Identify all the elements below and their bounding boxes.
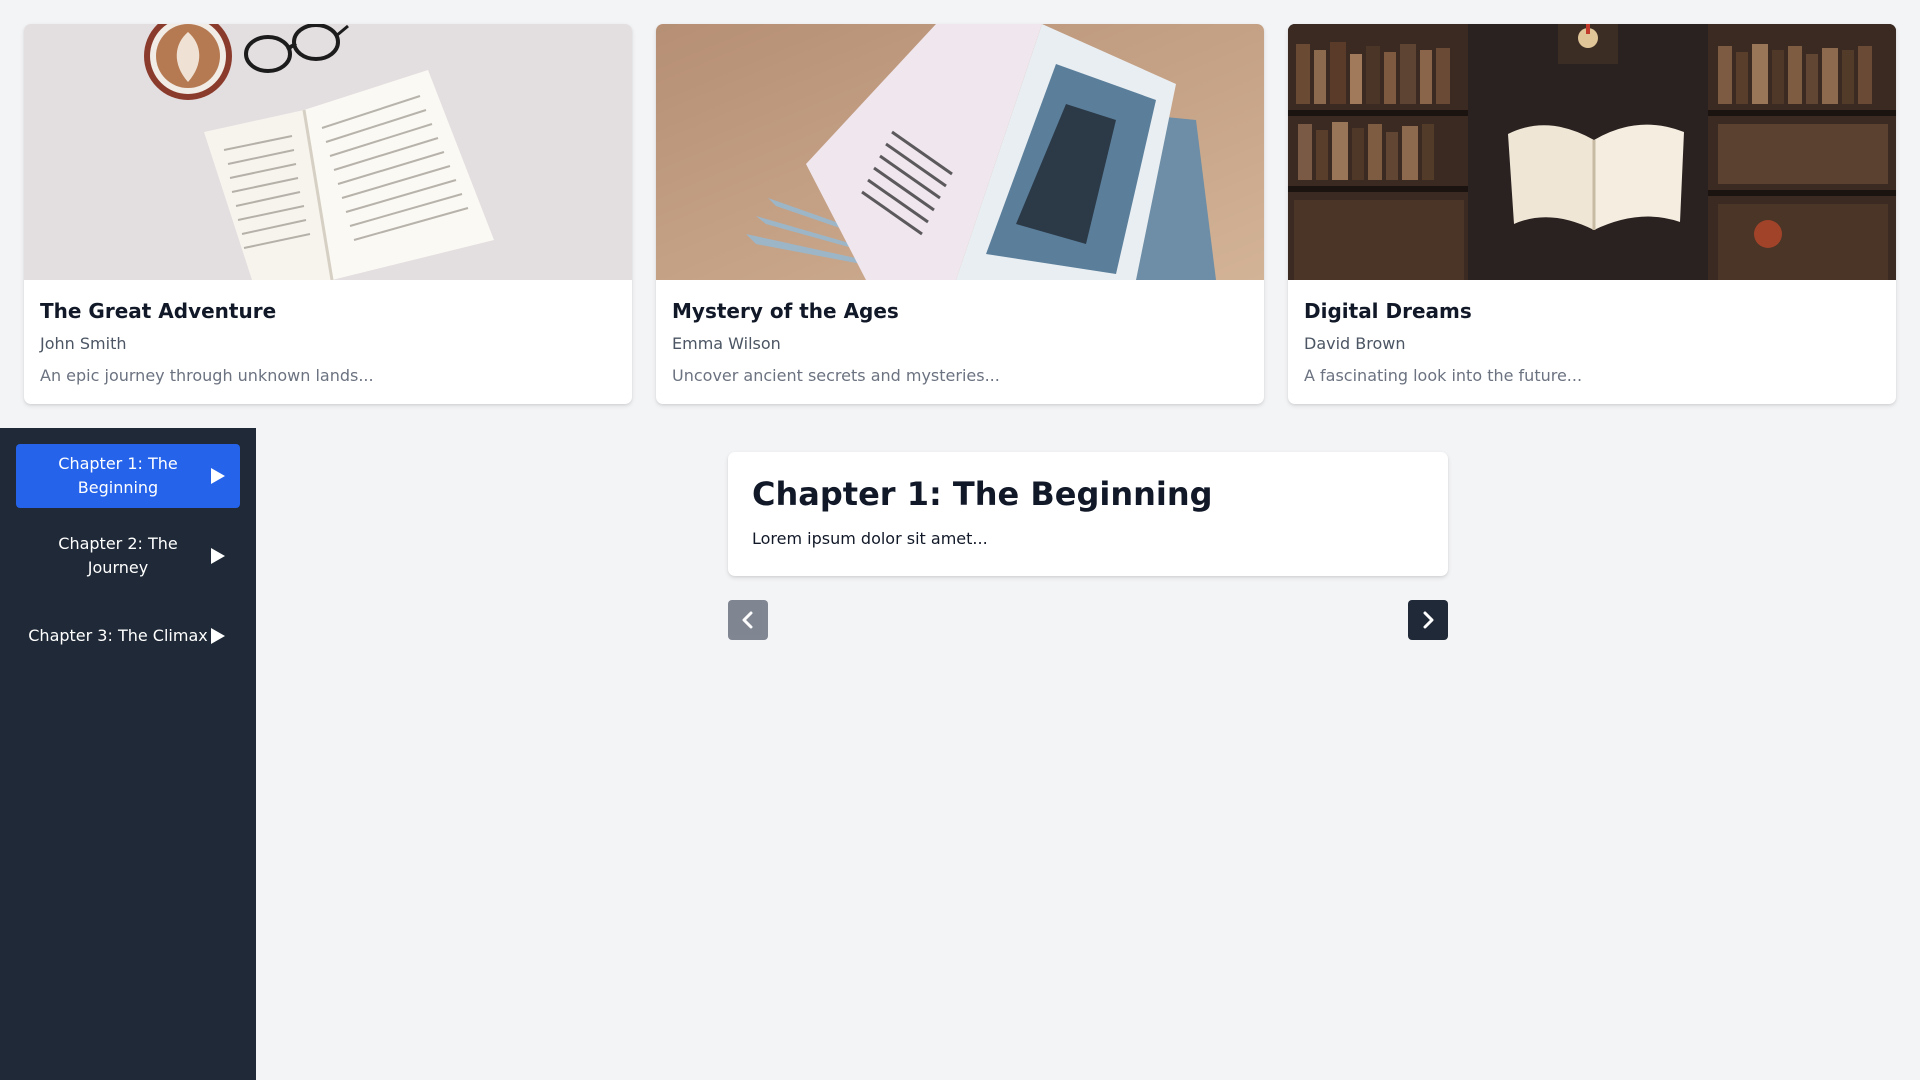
book-description: Uncover ancient secrets and mysteries...	[672, 366, 1000, 385]
chapter-text: Lorem ipsum dolor sit amet...	[752, 529, 988, 548]
play-icon	[210, 627, 226, 645]
book-card[interactable]: Digital Dreams David Brown A fascinating…	[1288, 24, 1896, 404]
book-cover-image	[656, 24, 1264, 280]
book-title: Mystery of the Ages	[672, 299, 899, 323]
book-cover-image	[1288, 24, 1896, 280]
chapter-pager	[728, 600, 1448, 640]
chapter-label: Chapter 1: The Beginning	[58, 454, 178, 497]
sidebar-item-chapter-2[interactable]: Chapter 2: The Journey	[16, 524, 240, 588]
chapter-content-card: Chapter 1: The Beginning Lorem ipsum dol…	[728, 452, 1448, 576]
chapter-reader: Chapter 1: The Beginning Lorem ipsum dol…	[728, 452, 1448, 640]
chapter-title: Chapter 1: The Beginning	[752, 475, 1213, 513]
book-description: An epic journey through unknown lands...	[40, 366, 374, 385]
book-author: David Brown	[1304, 334, 1406, 353]
chevron-right-icon	[1420, 611, 1436, 629]
chapter-sidebar: Chapter 1: The Beginning Chapter 2: The …	[0, 428, 256, 1080]
previous-chapter-button[interactable]	[728, 600, 768, 640]
sidebar-item-chapter-1[interactable]: Chapter 1: The Beginning	[16, 444, 240, 508]
play-icon	[210, 467, 226, 485]
book-cover-image	[24, 24, 632, 280]
chapter-label: Chapter 3: The Climax	[28, 626, 208, 645]
book-grid: The Great Adventure John Smith An epic j…	[24, 24, 1896, 404]
play-icon	[210, 547, 226, 565]
chevron-left-icon	[740, 611, 756, 629]
book-card[interactable]: The Great Adventure John Smith An epic j…	[24, 24, 632, 404]
chapter-label: Chapter 2: The Journey	[58, 534, 178, 577]
sidebar-item-chapter-3[interactable]: Chapter 3: The Climax	[16, 604, 240, 668]
book-author: Emma Wilson	[672, 334, 781, 353]
next-chapter-button[interactable]	[1408, 600, 1448, 640]
book-card[interactable]: Mystery of the Ages Emma Wilson Uncover …	[656, 24, 1264, 404]
book-description: A fascinating look into the future...	[1304, 366, 1583, 385]
book-author: John Smith	[40, 334, 127, 353]
book-title: Digital Dreams	[1304, 299, 1472, 323]
book-title: The Great Adventure	[40, 299, 277, 323]
